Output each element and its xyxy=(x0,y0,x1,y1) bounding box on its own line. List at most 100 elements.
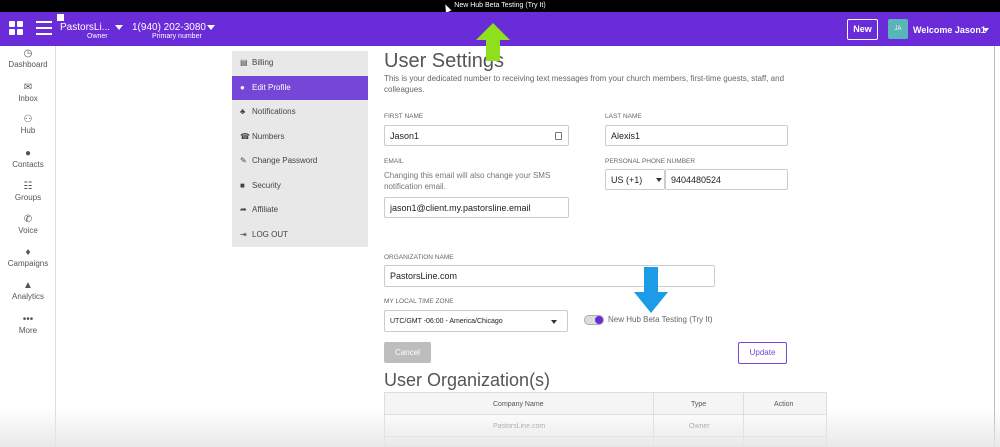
nav-item-label: More xyxy=(18,326,38,335)
bell-icon: ♣ xyxy=(240,107,246,116)
menu-item-change-password[interactable]: ✎ Change Password xyxy=(232,149,368,173)
email-label: EMAIL xyxy=(384,158,404,165)
country-chevron-down-icon xyxy=(656,178,662,182)
nav-item-analytics[interactable]: ▲ Analytics xyxy=(0,280,56,301)
update-button[interactable]: Update xyxy=(738,342,787,364)
primary-number-label: Primary number xyxy=(152,33,202,40)
primary-number-switcher[interactable]: 1(940) 202-3080 xyxy=(132,22,206,33)
first-name-label: FIRST NAME xyxy=(384,113,424,120)
analytics-icon: ▲ xyxy=(23,280,33,291)
blue-arrow-icon xyxy=(634,267,668,313)
menu-item-numbers[interactable]: ☎ Numbers xyxy=(232,125,368,149)
number-chevron-down-icon[interactable] xyxy=(207,25,215,30)
row-company: PastorsLine.com xyxy=(493,423,546,430)
scrollbar-track[interactable] xyxy=(994,46,995,447)
org-chevron-down-icon[interactable] xyxy=(115,25,123,30)
timezone-select[interactable]: UTC/GMT -06:00 - America/Chicago xyxy=(384,310,568,332)
menu-item-label: Affiliate xyxy=(252,205,279,214)
column-type: Type xyxy=(691,401,707,408)
last-name-field[interactable]: Alexis1 xyxy=(605,125,788,146)
first-name-value: Jason1 xyxy=(390,130,420,141)
menu-item-log-out[interactable]: ⇥ LOG OUT xyxy=(232,223,368,247)
nav-item-campaigns[interactable]: ♦ Campaigns xyxy=(0,247,56,268)
beta-testing-toggle-label: New Hub Beta Testing (Try It) xyxy=(608,315,713,324)
row-type: Owner xyxy=(689,423,710,430)
first-name-field[interactable]: Jason1 xyxy=(384,125,569,146)
menu-item-label: LOG OUT xyxy=(252,229,289,239)
dashboard-icon: ◷ xyxy=(23,48,33,59)
email-help-text: Changing this email will also change you… xyxy=(384,171,551,191)
settings-menu: ▤ Billing ● Edit Profile ♣ Notifications ☎ Numb… xyxy=(232,51,368,247)
menu-item-label: Billing xyxy=(252,58,274,67)
cancel-button[interactable]: Cancel xyxy=(384,342,431,363)
menu-item-label: Numbers xyxy=(252,131,285,141)
beta-testing-toggle[interactable] xyxy=(584,315,604,325)
nav-item-more[interactable]: ••• More xyxy=(0,314,56,335)
billing-icon: ▤ xyxy=(240,58,248,67)
menu-item-label: Edit Profile xyxy=(252,82,291,92)
org-switcher-name[interactable]: PastorsLi... xyxy=(60,22,110,33)
nav-item-label: Analytics xyxy=(11,292,44,301)
country-code-value: US (+1) xyxy=(611,174,643,185)
phone-icon: ☎ xyxy=(240,131,250,141)
contacts-icon: ● xyxy=(24,148,32,159)
nav-item-label: Contacts xyxy=(12,160,44,169)
nav-item-label: Dashboard xyxy=(8,60,48,69)
email-value: jason1@client.my.pastorsline.email xyxy=(390,202,531,213)
nav-item-label: Groups xyxy=(14,193,42,202)
menu-item-label: Notifications xyxy=(252,107,296,116)
menu-item-notifications[interactable]: ♣ Notifications xyxy=(232,100,368,124)
nav-item-dashboard[interactable]: ◷ Dashboard xyxy=(0,48,56,69)
beta-testing-bar[interactable]: New Hub Beta Testing (Try It) xyxy=(0,0,1000,12)
menu-item-billing[interactable]: ▤ Billing xyxy=(232,51,368,75)
beta-bar-text: New Hub Beta Testing (Try It) xyxy=(454,2,546,9)
timezone-value: UTC/GMT -06:00 - America/Chicago xyxy=(390,317,503,325)
nav-item-groups[interactable]: ☷ Groups xyxy=(0,181,56,202)
last-name-value: Alexis1 xyxy=(611,130,641,141)
personal-phone-field[interactable]: 9404480524 xyxy=(665,169,788,190)
nav-item-hub[interactable]: ⚇ Hub xyxy=(0,114,56,135)
personal-phone-value: 9404480524 xyxy=(671,174,722,185)
table-row: PastorsLine.com Owner xyxy=(385,415,826,437)
country-code-select[interactable]: US (+1) xyxy=(605,169,665,190)
green-arrow-icon xyxy=(476,23,510,61)
nav-item-label: Campaigns xyxy=(7,259,49,268)
organizations-table: Company Name Type Action PastorsLine.com… xyxy=(384,392,827,447)
table-column-divider xyxy=(743,393,744,447)
inbox-icon: ✉ xyxy=(23,82,33,93)
welcome-user-menu[interactable]: Welcome Jason1 xyxy=(913,25,986,35)
new-button[interactable]: New xyxy=(847,19,878,40)
menu-item-edit-profile[interactable]: ● Edit Profile xyxy=(232,75,368,100)
menu-item-security[interactable]: ■ Security xyxy=(232,174,368,198)
user-chevron-down-icon[interactable] xyxy=(983,28,989,32)
menu-item-label: Change Password xyxy=(252,156,318,165)
nav-item-label: Hub xyxy=(20,126,36,135)
avatar[interactable]: JA xyxy=(888,19,908,39)
contact-card-icon xyxy=(555,132,562,140)
menu-item-label: Security xyxy=(252,180,281,190)
column-company-name: Company Name xyxy=(493,401,544,408)
menu-item-affiliate[interactable]: ➦ Affiliate xyxy=(232,198,368,222)
nav-item-inbox[interactable]: ✉ Inbox xyxy=(0,82,56,103)
timezone-label: MY LOCAL TIME ZONE xyxy=(384,298,454,305)
table-header-row: Company Name Type Action xyxy=(385,393,826,415)
menu-hamburger-icon[interactable] xyxy=(36,21,52,35)
org-logo-icon xyxy=(57,14,64,21)
page-description: This is your dedicated number to receivi… xyxy=(384,74,785,94)
logout-icon: ⇥ xyxy=(240,229,247,239)
campaigns-icon: ♦ xyxy=(25,247,31,258)
organization-name-value: PastorsLine.com xyxy=(390,271,458,281)
last-name-label: LAST NAME xyxy=(605,113,642,120)
organizations-title: User Organization(s) xyxy=(384,370,551,390)
nav-item-voice[interactable]: ✆ Voice xyxy=(0,214,56,235)
email-field[interactable]: jason1@client.my.pastorsline.email xyxy=(384,197,569,218)
apps-grid-icon[interactable] xyxy=(9,21,23,35)
key-icon: ✎ xyxy=(240,156,247,165)
nav-item-contacts[interactable]: ● Contacts xyxy=(0,148,56,169)
organization-name-label: ORGANIZATION NAME xyxy=(384,254,454,261)
table-column-divider xyxy=(653,393,654,447)
org-role-label: Owner xyxy=(87,33,108,40)
timezone-chevron-down-icon xyxy=(551,320,557,324)
share-icon: ➦ xyxy=(240,205,247,214)
personal-phone-label: PERSONAL PHONE NUMBER xyxy=(605,158,696,165)
